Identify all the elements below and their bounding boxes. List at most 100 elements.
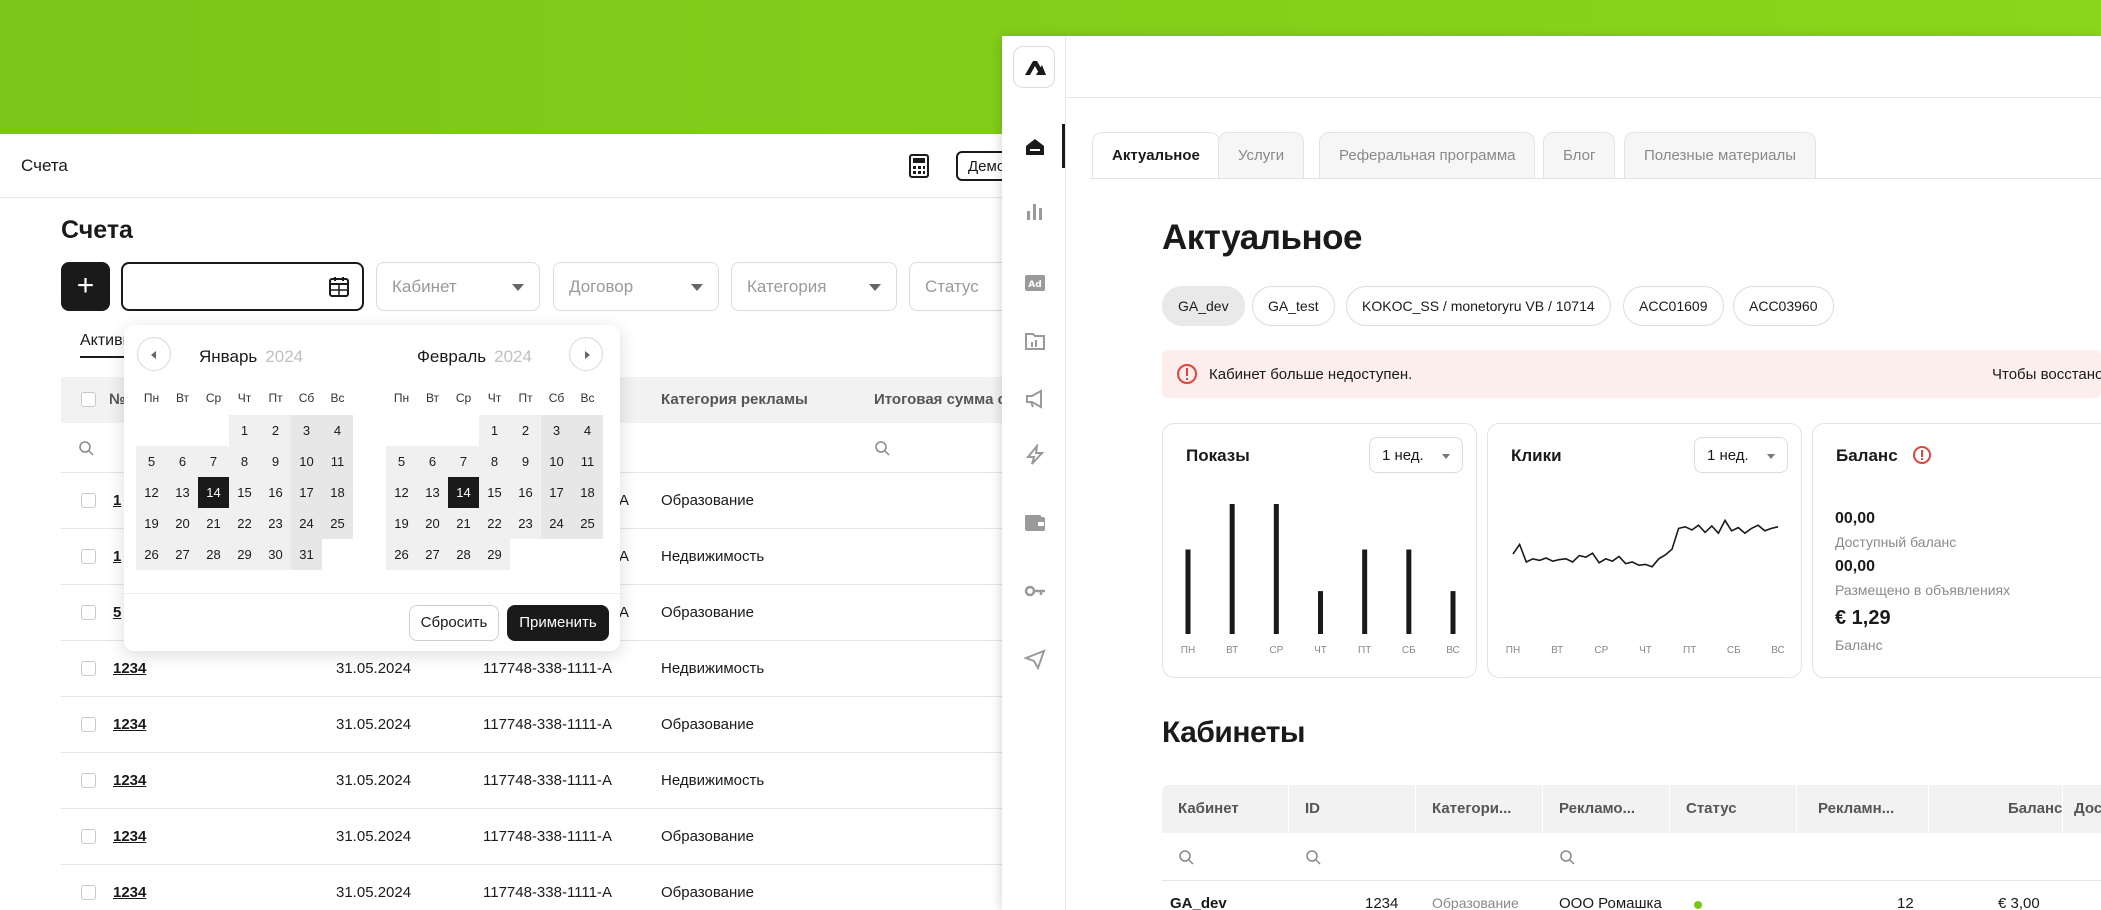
calendar-day[interactable]: 30 [260,539,291,570]
tab-referral[interactable]: Реферальная программа [1319,132,1536,178]
invoice-number[interactable]: 1234 [113,884,146,901]
calendar-day[interactable]: 23 [260,508,291,539]
calendar-day[interactable]: 8 [229,446,260,477]
year-stepper[interactable]: 2024 [265,347,303,366]
category-select[interactable]: Категория [731,262,897,311]
reset-button[interactable]: Сбросить [409,605,499,641]
megaphone-icon[interactable] [1024,388,1046,410]
row-checkbox[interactable] [81,717,96,732]
calendar-day[interactable]: 18 [572,477,603,508]
calendar-day[interactable]: 16 [260,477,291,508]
col-ads[interactable]: Рекламн... [1818,800,1894,817]
row-checkbox[interactable] [81,661,96,676]
tab-active[interactable]: Активные [80,332,130,358]
row-checkbox[interactable] [81,605,96,620]
invoice-number[interactable]: 5 [113,604,121,621]
calendar-day[interactable]: 25 [572,508,603,539]
apply-button[interactable]: Применить [507,605,609,641]
calendar-day[interactable]: 6 [167,446,198,477]
calculator-icon[interactable] [908,154,930,178]
calendar-day[interactable]: 6 [417,446,448,477]
calendar-day[interactable]: 16 [510,477,541,508]
calendar-day[interactable]: 11 [572,446,603,477]
cabinet-name[interactable]: GA_dev [1170,895,1227,910]
calendar-day[interactable]: 10 [291,446,322,477]
account-chip[interactable]: KOKOC_SS / monetoryru VB / 10714 [1346,286,1611,326]
account-chip[interactable]: ACC03960 [1733,286,1834,326]
calendar-day[interactable]: 19 [136,508,167,539]
table-row[interactable]: GA_dev 1234 Образование ООО Ромашка 12 €… [1162,881,2101,910]
calendar-day[interactable]: 17 [291,477,322,508]
calendar-day[interactable]: 29 [229,539,260,570]
search-icon[interactable] [1559,849,1575,865]
cabinet-select[interactable]: Кабинет [376,262,540,311]
calendar-day[interactable]: 13 [167,477,198,508]
calendar-day[interactable]: 2 [510,415,541,446]
clicks-period-select[interactable]: 1 нед. [1694,437,1788,473]
calendar-day[interactable]: 4 [572,415,603,446]
invoice-number[interactable]: 1234 [113,660,146,677]
calendar-day[interactable]: 12 [386,477,417,508]
calendar-day[interactable]: 19 [386,508,417,539]
select-all-checkbox[interactable] [81,392,96,407]
lightning-icon[interactable] [1024,444,1046,466]
row-checkbox[interactable] [81,885,96,900]
calendar-day[interactable]: 14 [448,477,479,508]
error-icon[interactable] [1912,445,1932,465]
wallet-icon[interactable] [1024,512,1046,534]
calendar-day[interactable]: 5 [386,446,417,477]
table-row[interactable]: 1234 31.05.2024 117748-338-1111-A Образо… [61,697,1010,753]
search-icon[interactable] [1178,849,1194,865]
calendar-day[interactable]: 1 [229,415,260,446]
calendar-day[interactable]: 17 [541,477,572,508]
calendar-day[interactable]: 4 [322,415,353,446]
tab-services[interactable]: Услуги [1218,132,1305,178]
calendar-day[interactable]: 27 [417,539,448,570]
calendar-day[interactable]: 12 [136,477,167,508]
col-status[interactable]: Статус [1686,800,1737,817]
calendar-day[interactable]: 20 [167,508,198,539]
calendar-day[interactable]: 28 [198,539,229,570]
calendar-day[interactable]: 10 [541,446,572,477]
calendar-day[interactable]: 24 [291,508,322,539]
calendar-day[interactable]: 3 [291,415,322,446]
col-available[interactable]: Дос [2074,800,2101,817]
date-range-input[interactable] [121,262,364,311]
invoice-number[interactable]: 1 [113,492,121,509]
calendar-day[interactable]: 7 [198,446,229,477]
calendar-day[interactable]: 2 [260,415,291,446]
calendar-day[interactable]: 1 [479,415,510,446]
calendar-day[interactable]: 23 [510,508,541,539]
logo[interactable] [1013,46,1055,88]
send-icon[interactable] [1024,648,1046,670]
table-row[interactable]: 1234 31.05.2024 117748-338-1111-A Образо… [61,809,1010,865]
row-checkbox[interactable] [81,773,96,788]
calendar-day[interactable]: 11 [322,446,353,477]
ad-icon[interactable]: Ad [1024,272,1046,294]
table-row[interactable]: 1234 31.05.2024 117748-338-1111-A Образо… [61,865,1010,910]
calendar-day[interactable]: 15 [479,477,510,508]
col-advertiser[interactable]: Рекламо... [1559,800,1635,817]
calendar-day[interactable]: 8 [479,446,510,477]
calendar-day[interactable]: 26 [386,539,417,570]
contract-select[interactable]: Договор [553,262,719,311]
col-category[interactable]: Категори... [1432,800,1511,817]
search-icon[interactable] [78,440,94,456]
chart-icon[interactable] [1024,200,1046,222]
invoice-number[interactable]: 1234 [113,828,146,845]
next-month-button[interactable] [569,337,603,371]
row-checkbox[interactable] [81,493,96,508]
calendar-day[interactable]: 7 [448,446,479,477]
calendar-day[interactable]: 18 [322,477,353,508]
calendar-day[interactable]: 13 [417,477,448,508]
invoice-number[interactable]: 1234 [113,772,146,789]
row-checkbox[interactable] [81,549,96,564]
prev-month-button[interactable] [137,337,171,371]
calendar-day[interactable]: 20 [417,508,448,539]
calendar-day[interactable]: 31 [291,539,322,570]
search-icon[interactable] [874,440,890,456]
invoice-number[interactable]: 1 [113,548,121,565]
report-icon[interactable] [1024,330,1046,352]
invoice-number[interactable]: 1234 [113,716,146,733]
calendar-day[interactable]: 25 [322,508,353,539]
